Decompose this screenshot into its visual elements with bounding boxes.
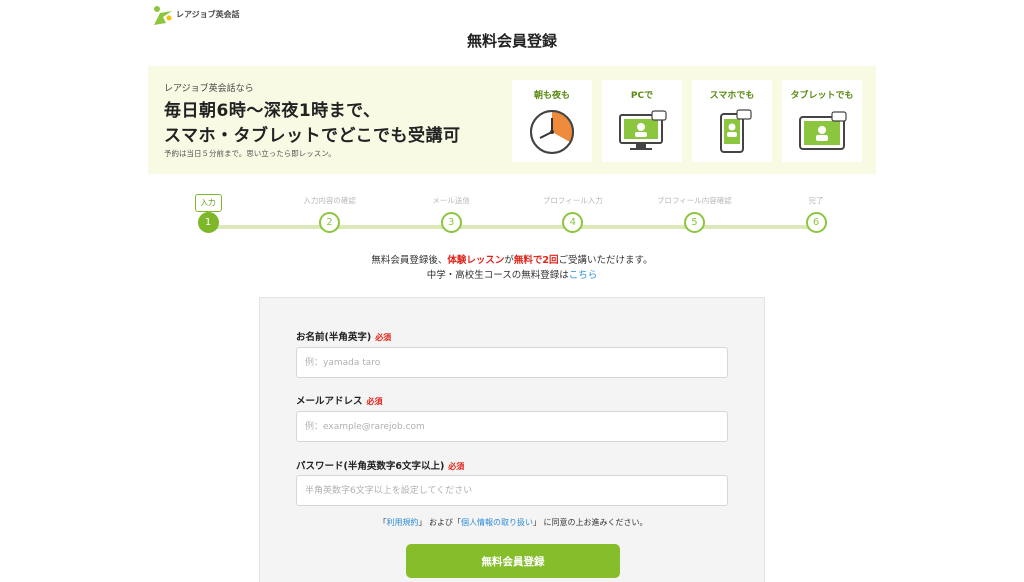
smartphone-icon	[692, 104, 772, 160]
name-field-label: お名前(半角英字) 必須	[296, 329, 391, 343]
step-number: 4	[562, 212, 584, 233]
feature-label: 朝も夜も	[533, 91, 570, 101]
pc-icon	[602, 104, 682, 160]
page-title: 無料会員登録	[466, 32, 557, 50]
banner-headline-line1: 毎日朝6時〜深夜1時まで、	[164, 101, 381, 121]
step-number: 3	[440, 212, 462, 233]
step-5: プロフィール内容確認 5	[644, 190, 744, 233]
password-input[interactable]	[296, 475, 728, 506]
current-step-tag: 入力	[194, 194, 222, 215]
logo-text: レアジョブ英会話	[176, 9, 240, 19]
intro-text: が	[504, 255, 514, 266]
feature-card-tablet: タブレットでも	[782, 80, 862, 162]
step-1: 入力 1	[158, 190, 258, 233]
feature-card-morning-night: 朝も夜も	[512, 80, 592, 162]
step-label: 完了	[808, 196, 824, 205]
step-number: 6	[805, 212, 827, 233]
password-label-text: パスワード(半角英数字6文字以上)	[296, 461, 445, 472]
step-label: メール送信	[432, 196, 470, 205]
intro-text: 無料会員登録後、	[371, 255, 448, 266]
terms-agreement: 「利用規約」 および「個人情報の取り扱い」 に同意の上お進みください。	[260, 517, 766, 528]
terms-text: 」 に同意の上お進みください。	[533, 518, 648, 527]
required-badge: 必須	[375, 333, 392, 342]
feature-card-pc: PCで	[602, 80, 682, 162]
register-submit-button[interactable]: 無料会員登録	[406, 544, 620, 578]
feature-label: PCで	[630, 91, 654, 101]
free-twice-highlight: 無料で2回	[513, 255, 559, 266]
registration-intro: 無料会員登録後、体験レッスンが無料で2回ご受講いただけます。 中学・高校生コース…	[0, 253, 1024, 283]
banner-note: 予約は当日５分前まで。思い立ったら即レッスン。	[164, 149, 336, 158]
trial-lesson-highlight: 体験レッスン	[447, 255, 505, 266]
name-label-text: お名前(半角英字)	[296, 332, 372, 343]
intro-text: ご受講いただけます。	[558, 255, 653, 266]
banner-headline-line2: スマホ・タブレットでどこでも受講可	[164, 126, 461, 146]
junior-course-link[interactable]: こちら	[569, 270, 598, 281]
step-number: 2	[319, 212, 341, 233]
step-3: メール送信 3	[401, 190, 501, 233]
step-number: 5	[683, 212, 705, 233]
feature-card-smartphone: スマホでも	[692, 80, 772, 162]
intro-text: 中学・高校生コースの無料登録は	[426, 270, 569, 281]
banner-intro: レアジョブ英会話なら	[164, 84, 254, 94]
intro-line-2: 中学・高校生コースの無料登録はこちら	[0, 268, 1024, 283]
email-label-text: メールアドレス	[296, 396, 363, 407]
name-input[interactable]	[296, 347, 728, 378]
step-6: 完了 6	[766, 190, 866, 233]
step-label: プロフィール入力	[542, 196, 603, 205]
password-field-label: パスワード(半角英数字6文字以上) 必須	[296, 458, 464, 472]
registration-form: お名前(半角英字)必須 メールアドレス必須 パスワード(半角英数字6文字以上)必…	[259, 297, 765, 582]
step-number: 1	[197, 212, 219, 233]
feature-label: タブレットでも	[790, 91, 854, 101]
step-label: 入力内容の確認	[303, 196, 356, 205]
tablet-icon	[782, 104, 862, 160]
required-badge: 必須	[448, 462, 465, 471]
privacy-policy-link[interactable]: 個人情報の取り扱い	[461, 518, 533, 527]
logo-icon	[152, 5, 174, 27]
required-badge: 必須	[366, 397, 383, 406]
email-input[interactable]	[296, 411, 728, 442]
progress-stepper: 入力 1 入力内容の確認 2 メール送信 3 プロフィール入力 4 プロフィール…	[148, 190, 876, 240]
promo-banner: レアジョブ英会話なら 毎日朝6時〜深夜1時まで、 スマホ・タブレットでどこでも受…	[148, 66, 876, 174]
logo[interactable]: レアジョブ英会話	[152, 4, 242, 28]
email-field-label: メールアドレス 必須	[296, 393, 383, 407]
terms-text: 」 および「	[418, 518, 461, 527]
step-label: プロフィール内容確認	[656, 196, 732, 205]
intro-line-1: 無料会員登録後、体験レッスンが無料で2回ご受講いただけます。	[0, 253, 1024, 268]
step-2: 入力内容の確認 2	[280, 190, 380, 233]
feature-label: スマホでも	[709, 91, 755, 101]
clock-icon	[512, 104, 592, 160]
step-4: プロフィール入力 4	[523, 190, 623, 233]
terms-of-use-link[interactable]: 利用規約	[386, 518, 418, 527]
